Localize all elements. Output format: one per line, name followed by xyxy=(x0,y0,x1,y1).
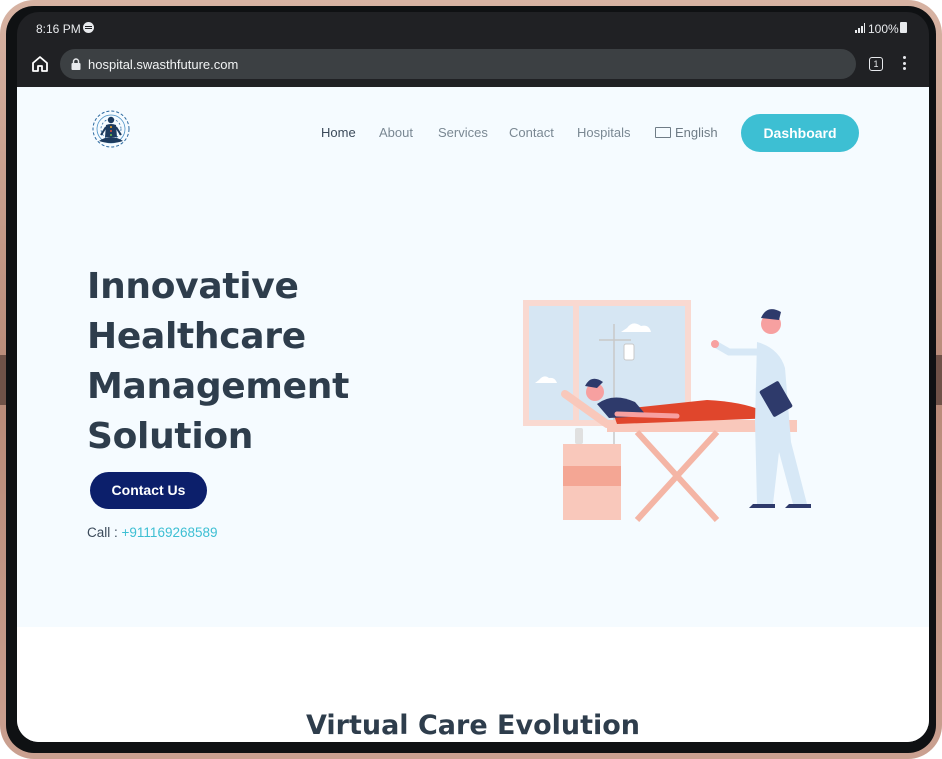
call-label: Call : xyxy=(87,525,118,540)
nav-hospitals[interactable]: Hospitals xyxy=(577,125,630,140)
status-bar: 8:16 PM 100% xyxy=(17,12,929,44)
language-label: English xyxy=(675,125,718,140)
hinge-right xyxy=(936,355,942,405)
language-selector[interactable]: English xyxy=(655,125,718,140)
browser-toolbar: hospital.swasthfuture.com 1 xyxy=(17,44,929,86)
hero-title: Innovative Healthcare Management Solutio… xyxy=(87,262,407,462)
hero-title-line: Management xyxy=(87,366,349,407)
nav-about[interactable]: About xyxy=(379,125,413,140)
contact-us-button[interactable]: Contact Us xyxy=(90,472,207,509)
logo-meditation-icon[interactable] xyxy=(89,107,133,157)
screen: 8:16 PM 100% hospital.swasthfuture.com 1 xyxy=(17,12,929,742)
address-bar[interactable]: hospital.swasthfuture.com xyxy=(60,49,856,79)
lock-icon xyxy=(71,58,81,70)
hero-title-line: Solution xyxy=(87,416,254,457)
battery-icon xyxy=(900,22,907,33)
dashboard-button[interactable]: Dashboard xyxy=(741,114,859,152)
call-line: Call : +911169268589 xyxy=(87,525,218,540)
nav-services[interactable]: Services xyxy=(438,125,488,140)
nav-contact[interactable]: Contact xyxy=(509,125,554,140)
home-icon[interactable] xyxy=(30,54,50,74)
section-title: Virtual Care Evolution xyxy=(305,710,641,741)
signal-icon xyxy=(855,23,865,33)
status-time: 8:16 PM xyxy=(36,22,81,36)
webpage: Home About Services Contact Hospitals En… xyxy=(17,87,929,742)
device-frame: 8:16 PM 100% hospital.swasthfuture.com 1 xyxy=(0,0,942,759)
more-menu-icon[interactable] xyxy=(903,56,907,72)
tab-switcher-icon[interactable]: 1 xyxy=(869,57,883,71)
nav-home[interactable]: Home xyxy=(321,125,356,140)
hinge-left xyxy=(0,355,6,405)
hero-title-line: Innovative xyxy=(87,266,299,307)
spotify-icon xyxy=(83,22,94,33)
hero-title-line: Healthcare xyxy=(87,316,306,357)
url-text: hospital.swasthfuture.com xyxy=(88,57,239,72)
phone-link[interactable]: +911169268589 xyxy=(122,525,218,540)
hospital-illustration xyxy=(523,300,811,522)
virtual-care-section: Virtual Care Evolution xyxy=(17,627,929,742)
battery-level: 100% xyxy=(868,22,899,36)
translate-icon xyxy=(655,127,671,139)
